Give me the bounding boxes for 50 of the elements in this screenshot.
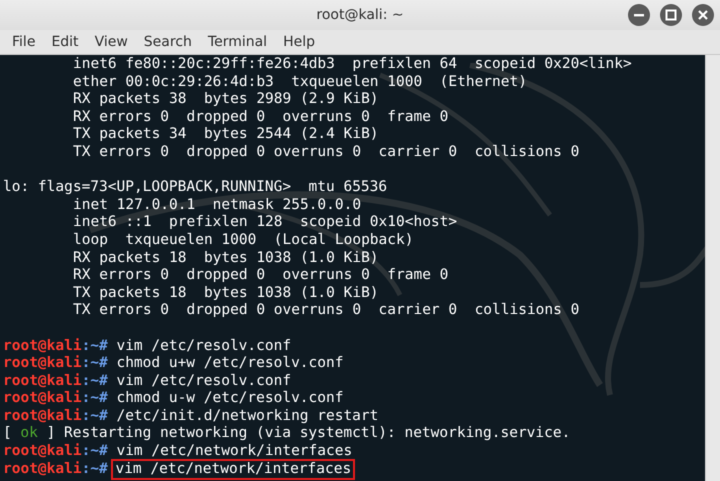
command-text: chmod u-w /etc/resolv.conf [116, 390, 344, 408]
scrollbar[interactable] [705, 55, 720, 481]
menu-item[interactable]: Edit [43, 34, 87, 50]
command-text: vim /etc/network/interfaces [113, 460, 354, 478]
prompt-user: root@kali [3, 443, 82, 461]
output-line: TX packets 18 bytes 1038 (1.0 KiB) [73, 284, 379, 302]
prompt-path: :~# [82, 355, 108, 373]
output-line: RX packets 18 bytes 1038 (1.0 KiB) [73, 250, 379, 268]
output-line: TX packets 34 bytes 2544 (2.4 KiB) [73, 126, 379, 144]
command-text: vim /etc/network/interfaces [116, 443, 352, 461]
menu-item[interactable]: File [4, 34, 44, 50]
output-line: RX errors 0 dropped 0 overruns 0 frame 0 [73, 108, 448, 126]
prompt-path: :~# [82, 408, 108, 426]
menu-item[interactable]: View [86, 34, 136, 50]
command-text: vim /etc/resolv.conf [116, 372, 292, 390]
prompt-path: :~# [82, 338, 108, 356]
window-title: root@kali: ~ [316, 7, 404, 23]
output-line: RX errors 0 dropped 0 overruns 0 frame 0 [73, 267, 448, 285]
command-text: /etc/init.d/networking restart [116, 408, 378, 426]
output-line: inet6 ::1 prefixlen 128 scopeid 0x10<host> [73, 214, 458, 232]
prompt-path: :~# [82, 390, 108, 408]
output-line: ether 00:0c:29:26:4d:b3 txqueuelen 1000 (Ethernet) [73, 74, 527, 92]
bracket-text: [ [3, 425, 12, 443]
output-line: TX errors 0 dropped 0 overruns 0 carrier 0 collisions 0 [73, 144, 580, 162]
maximize-icon[interactable] [660, 4, 682, 26]
prompt-path: :~# [82, 460, 108, 478]
output-line: Restarting networking (via systemctl): networking.service. [64, 425, 570, 443]
output-line: lo: flags=73<UP,LOOPBACK,RUNNING> mtu 65536 [3, 179, 388, 197]
prompt-user: root@kali [3, 460, 82, 478]
output-line: loop txqueuelen 1000 (Local Loopback) [73, 232, 414, 250]
close-icon[interactable] [692, 4, 714, 26]
output-line: inet6 fe80::20c:29ff:fe26:4db3 prefixlen 64 scopeid 0x20<link> [73, 56, 632, 74]
prompt-user: root@kali [3, 338, 82, 355]
minimize-icon[interactable] [628, 4, 650, 26]
bracket-text: ] [46, 425, 56, 443]
output-line: TX errors 0 dropped 0 overruns 0 carrier 0 collisions 0 [73, 302, 580, 320]
prompt-user: root@kali [3, 372, 82, 390]
output-line: inet 127.0.0.1 netmask 255.0.0.0 [73, 196, 362, 214]
command-text: chmod u+w /etc/resolv.conf [116, 355, 344, 373]
menu-item[interactable]: Search [136, 34, 200, 50]
prompt-path: :~# [82, 443, 108, 461]
prompt-user: root@kali [3, 390, 82, 408]
prompt-user: root@kali [3, 355, 82, 373]
status-ok: ok [20, 425, 38, 443]
menu-item[interactable]: Help [275, 34, 323, 50]
prompt-path: :~# [82, 372, 108, 390]
prompt-user: root@kali [3, 408, 82, 426]
output-line: RX packets 38 bytes 2989 (2.9 KiB) [73, 91, 379, 109]
menu-item[interactable]: Terminal [200, 34, 276, 50]
command-text: vim /etc/resolv.conf [116, 338, 292, 356]
